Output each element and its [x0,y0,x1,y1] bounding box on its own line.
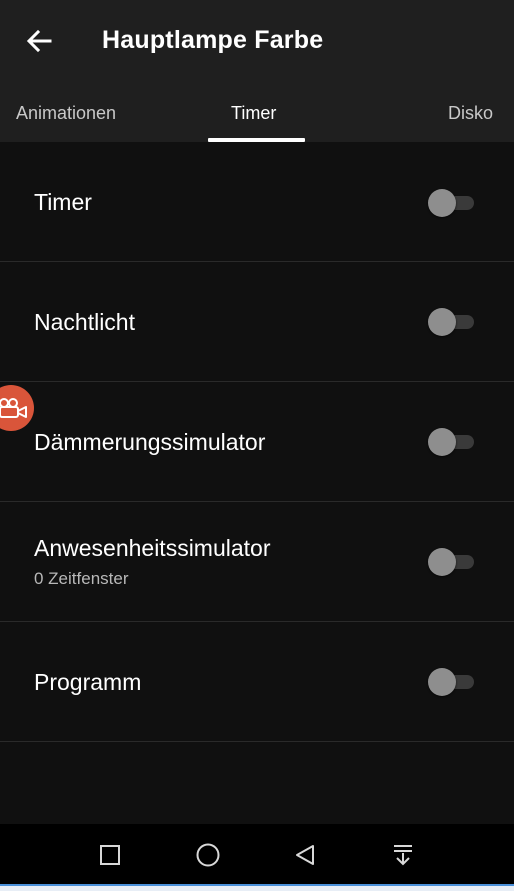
row-label: Nachtlicht [34,309,135,335]
anwesenheitssimulator-toggle[interactable] [428,547,478,577]
settings-list: Timer Nachtlicht Dämmerungssimulator Anw… [0,142,514,742]
list-item-anwesenheitssimulator[interactable]: Anwesenheitssimulator 0 Zeitfenster [0,502,514,622]
nachtlicht-toggle[interactable] [428,307,478,337]
list-item-timer[interactable]: Timer [0,142,514,262]
recents-button[interactable] [93,838,127,872]
toggle-thumb [428,189,456,217]
notification-pull-button[interactable] [386,838,420,872]
row-label: Timer [34,189,92,215]
programm-toggle[interactable] [428,667,478,697]
window-bottom-edge [0,884,514,891]
nav-back-button[interactable] [288,838,322,872]
row-label: Dämmerungssimulator [34,429,266,455]
list-item-daemmerungssimulator[interactable]: Dämmerungssimulator [0,382,514,502]
timer-toggle[interactable] [428,188,478,218]
back-button[interactable] [20,22,58,60]
tab-animationen[interactable]: Animationen [16,84,116,142]
back-triangle-icon [296,845,314,865]
list-item-programm[interactable]: Programm [0,622,514,742]
home-circle-icon [196,843,220,867]
daemmerungssimulator-toggle[interactable] [428,427,478,457]
row-subtitle: 0 Zeitfenster [34,569,129,588]
tab-timer[interactable]: Timer [231,84,276,142]
recents-square-icon [100,845,120,865]
toggle-thumb [428,668,456,696]
arrow-left-icon [26,29,52,53]
tab-disko[interactable]: Disko [448,84,493,142]
video-camera-icon [0,398,27,418]
app-bar: Hauptlampe Farbe [0,0,514,84]
page-title: Hauptlampe Farbe [102,26,324,54]
notification-pull-icon [394,845,412,866]
row-label: Anwesenheitssimulator [34,535,271,561]
system-nav-bar [0,824,514,884]
tab-bar: Animationen Timer Disko [0,84,514,142]
row-label: Programm [34,669,142,695]
list-item-nachtlicht[interactable]: Nachtlicht [0,262,514,382]
toggle-thumb [428,308,456,336]
home-button[interactable] [191,838,225,872]
toggle-thumb [428,548,456,576]
toggle-thumb [428,428,456,456]
